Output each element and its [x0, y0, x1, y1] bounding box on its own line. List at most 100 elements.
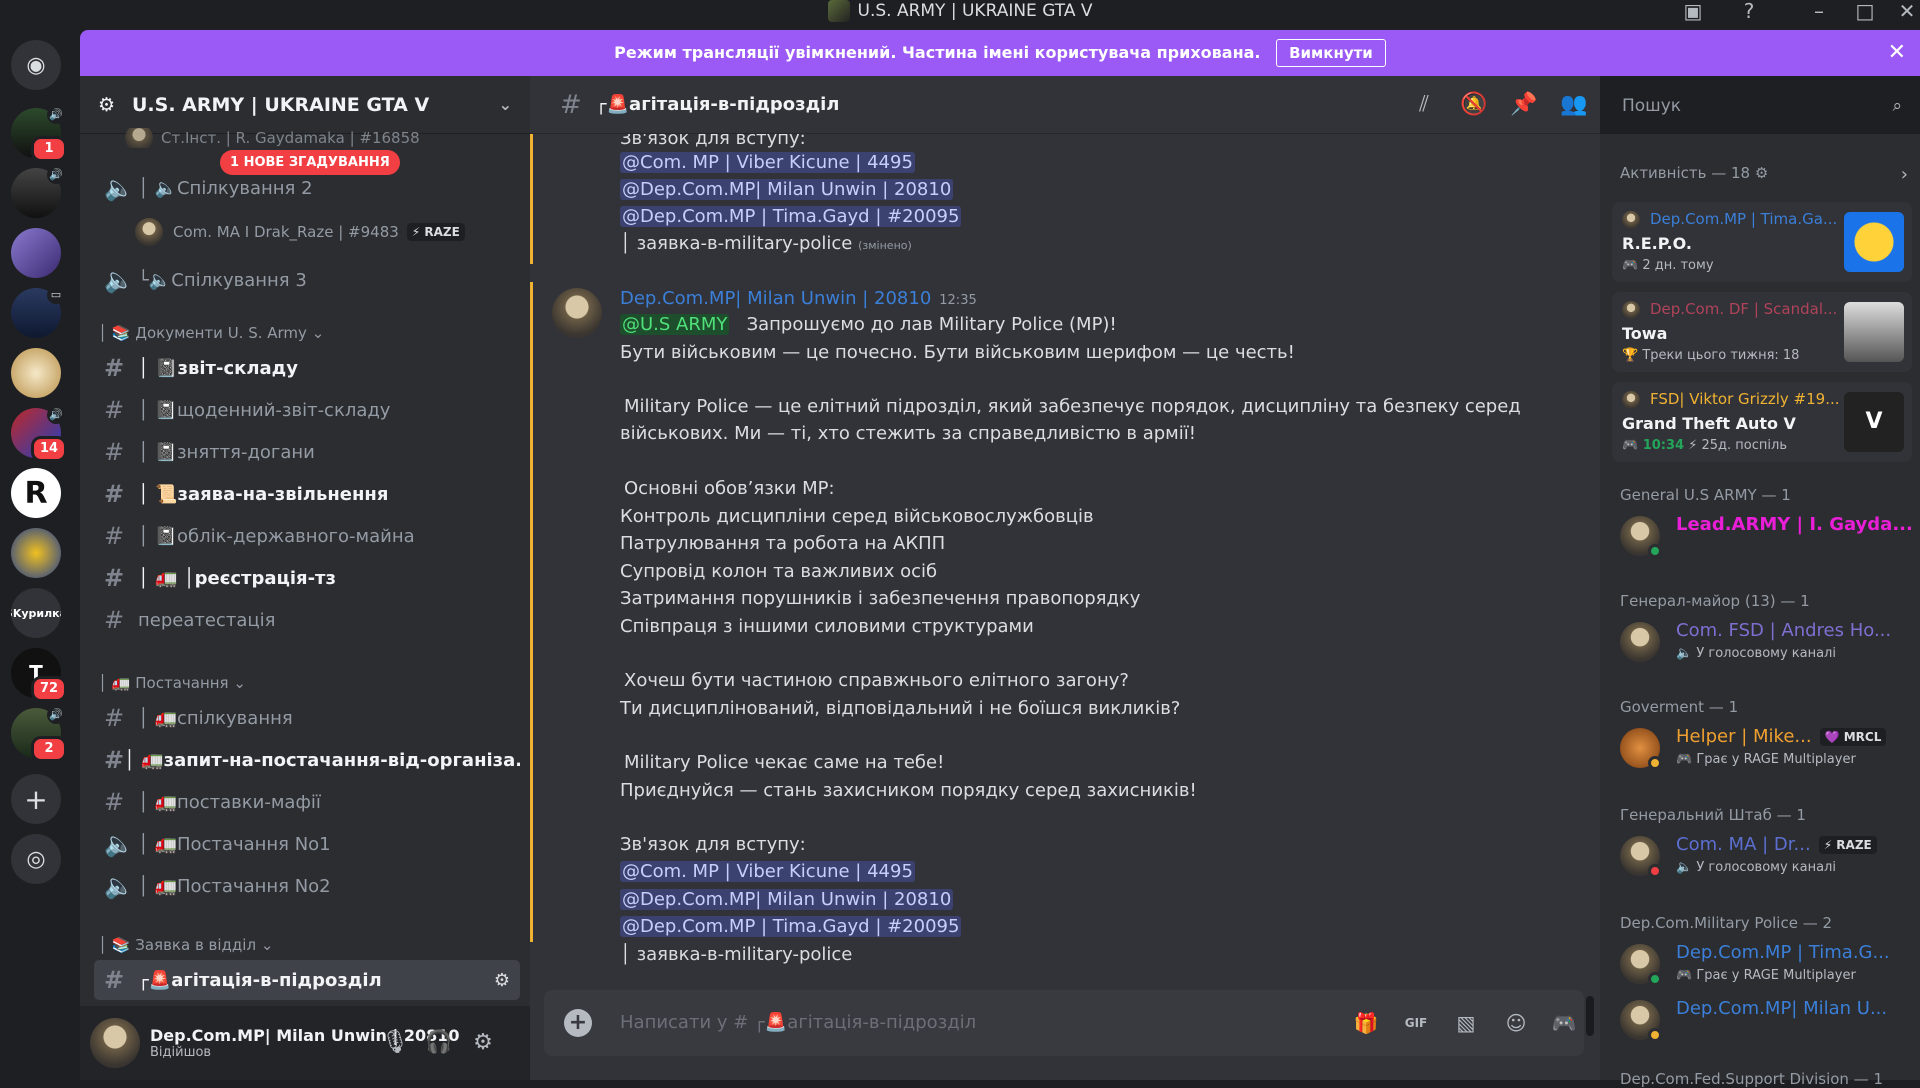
channel-oblik[interactable]: # │ 📓 облік-державного-майна [94, 516, 520, 556]
activity-card[interactable]: Dep.Com.MP | Tima.Ga... R.E.P.O. 🎮 2 дн.… [1612, 202, 1912, 282]
scrollbar[interactable] [1586, 996, 1594, 1036]
threads-icon[interactable]: ⫽ [1410, 92, 1438, 118]
avatar[interactable] [90, 1018, 140, 1068]
category-apply[interactable]: │ 📚 Заявка в відділ ⌄ [98, 936, 273, 954]
maximize-icon[interactable]: □ [1850, 0, 1880, 22]
channel-label: щоденний-звіт-складу [176, 399, 391, 421]
close-window-icon[interactable]: ✕ [1892, 0, 1920, 22]
role-group-header: Генерал-майор (13) — 1 [1620, 592, 1810, 610]
headphones-icon[interactable]: 🎧 [424, 1030, 454, 1058]
user-mention[interactable]: @Dep.Com.MP| Milan Unwin | 20810 [620, 179, 954, 200]
gift-icon[interactable]: 🎁 [1352, 1009, 1380, 1037]
banner-text: Режим трансляції увімкнений. Частина іме… [614, 43, 1261, 62]
voice-channel-supply-2[interactable]: 🔈 │ 🚛 Постачання No2 [94, 866, 520, 906]
channel-zayava[interactable]: # │ 📜 заява-на-звільнення [94, 474, 520, 514]
add-server-button[interactable]: + [11, 774, 61, 824]
voice-user[interactable]: Com. MA I Drak_Raze | #9483 ⚡ RAZE [135, 218, 465, 246]
activity-user: FSD| Viktor Grizzly #19... [1650, 390, 1840, 408]
settings-icon[interactable]: ⚙ [468, 1030, 498, 1058]
mute-icon[interactable]: 🔕 [1460, 92, 1488, 118]
user-mention[interactable]: @Dep.Com.MP| Milan Unwin | 20810 [620, 889, 954, 910]
message-composer[interactable]: + Написати у # ┌🚨агітація-в-підрозділ 🎁 … [544, 990, 1584, 1056]
channel-agitaciya[interactable]: # ┌🚨 агітація-в-підрозділ ⚙ [94, 960, 520, 1000]
member-activity-label: У голосовому каналі [1696, 860, 1836, 875]
user-mention[interactable]: @Com. MP | Viber Kicune | 4495 [620, 861, 915, 882]
user-name: Dep.Com.MP| Milan Unwin | 20810 [150, 1026, 460, 1045]
server-header[interactable]: ⚙ U.S. ARMY | UKRAINE GTA V ⌄ [80, 76, 530, 134]
channel-pereatestaciya[interactable]: # переатестація [94, 600, 520, 640]
user-mention[interactable]: @Com. MP | Viber Kicune | 4495 [620, 152, 915, 173]
server-icon[interactable]: 🔊 [11, 166, 65, 218]
server-icon[interactable] [11, 528, 61, 578]
member-item[interactable]: Com. MA | Dr... ⚡ RAZE 🔈 У голосовому кана… [1620, 832, 1910, 882]
activity-card[interactable]: FSD| Viktor Grizzly #19... Grand Theft A… [1612, 382, 1912, 462]
discover-button[interactable]: ◎ [11, 834, 61, 884]
inbox-icon[interactable]: ▣ [1678, 0, 1708, 22]
activity-card[interactable]: Dep.Com. DF | Scandal... Towa 🏆 Треки ць… [1612, 292, 1912, 372]
user-mention[interactable]: @Dep.Com.MP | Tima.Gayd | #20095 [620, 206, 962, 227]
voice-channel-supply-1[interactable]: 🔈 │ 🚛 Постачання No1 [94, 824, 520, 864]
disable-streamer-button[interactable]: Вимкнути [1276, 39, 1386, 67]
activity-icon[interactable]: 🎮 [1550, 1009, 1578, 1037]
hash-icon: # [104, 606, 125, 634]
voice-user[interactable]: Ст.Інст. | R. Gaydamaka | #16858 [125, 128, 420, 148]
microphone-icon[interactable]: 🎙 [380, 1030, 410, 1058]
minimize-icon[interactable]: – [1804, 0, 1834, 22]
sticker-icon[interactable]: ▧ [1452, 1009, 1480, 1037]
user-tag: 💜 MRCL [1819, 728, 1887, 746]
close-banner-icon[interactable]: ✕ [1888, 30, 1906, 76]
member-item[interactable]: Helper | Mike... 💜 MRCL 🎮 Грає у RAGE Mult… [1620, 724, 1910, 774]
member-item[interactable]: Dep.Com.MP | Tima.G... 🎮 Грає у RAGE Mult… [1620, 940, 1910, 990]
category-label: Документи U. S. Army [135, 324, 307, 342]
member-activity: 🔈 У голосовому каналі [1676, 860, 1836, 875]
channel-link[interactable]: │ заявка-в-military-police [620, 233, 852, 254]
add-attachment-icon[interactable]: + [564, 1009, 592, 1037]
channel-sidebar: ⚙ U.S. ARMY | UKRAINE GTA V ⌄ Ст.Інст. |… [80, 76, 530, 1006]
window-title: U.S. ARMY | UKRAINE GTA V [857, 1, 1093, 21]
channel-link[interactable]: │ заявка-в-military-police [620, 944, 852, 965]
channel-label: Спілкування 2 [176, 177, 313, 199]
hash-icon: # [104, 438, 125, 466]
speaker-icon: 🔊 [47, 166, 65, 184]
channel-reg-tz[interactable]: # │ 🚛 │ реєстрація-тз [94, 558, 520, 598]
server-icon[interactable]: 🔊 14 [11, 406, 67, 462]
member-item[interactable]: Lead.ARMY | I. Gayda... [1620, 512, 1913, 562]
search-input[interactable]: Пошук ⌕ [1610, 88, 1910, 124]
server-icon[interactable]: SKурилка [11, 588, 61, 638]
gif-icon[interactable]: GIF [1402, 1009, 1430, 1037]
role-mention[interactable]: @U.S ARMY [620, 314, 730, 335]
discord-home-button[interactable]: ◉ [11, 40, 61, 90]
category-label: Заявка в відділ [135, 936, 257, 954]
channel-daily-report[interactable]: # │ 📓 щоденний-звіт-складу [94, 390, 520, 430]
server-icon[interactable]: ▭ [11, 286, 65, 338]
member-list-icon[interactable]: 👥 [1560, 92, 1588, 118]
server-icon[interactable]: T 72 [11, 648, 67, 702]
user-mention[interactable]: @Dep.Com.MP | Tima.Gayd | #20095 [620, 916, 962, 937]
emoji-icon[interactable]: ☺ [1502, 1009, 1530, 1037]
member-item[interactable]: Com. FSD | Andres Ho... 🔈 У голосовому ка… [1620, 618, 1910, 668]
category-docs[interactable]: │ 📚 Документи U. S. Army ⌄ [98, 324, 324, 342]
category-supply[interactable]: │ 🚛 Постачання ⌄ [98, 674, 246, 692]
pin-icon[interactable]: 📌 [1510, 92, 1538, 118]
channel-mafia[interactable]: # │ 🚛 поставки-мафії [94, 782, 520, 822]
message-author[interactable]: Dep.Com.MP| Milan Unwin | 20810 [620, 288, 931, 309]
channel-dogana[interactable]: # │ 📓 зняття-догани [94, 432, 520, 472]
help-icon[interactable]: ? [1734, 0, 1764, 22]
channel-spilkuvannya[interactable]: # │ 🚛 спілкування [94, 698, 520, 738]
avatar[interactable] [552, 288, 602, 338]
speaker-icon: 🔊 [47, 106, 65, 124]
new-mention-pill[interactable]: 1 НОВЕ ЗГАДУВАННЯ [220, 150, 400, 175]
server-icon[interactable] [11, 348, 61, 398]
server-icon[interactable]: R [11, 468, 61, 518]
channel-zvit-skladu[interactable]: # │ 📓 звіт-складу [94, 348, 520, 388]
voice-channel-spilkuvannya-3[interactable]: 🔈 └🔈 Спілкування 3 [94, 260, 520, 300]
server-icon[interactable]: 🔊 2 [11, 706, 67, 762]
channel-settings-icon[interactable]: ⚙ [494, 970, 510, 991]
message-list: Зв'язок для вступу: @Com. MP | Viber Kic… [530, 134, 1600, 1054]
server-icon[interactable]: 🔊 1 [11, 106, 67, 162]
channel-zapyt[interactable]: # │ 🚛 запит-на-постачання-від-організа... [94, 740, 520, 780]
chevron-right-icon[interactable]: › [1901, 164, 1908, 185]
server-icon[interactable] [11, 228, 61, 278]
member-list: Активність — 18 ⚙ › Dep.Com.MP | Tima.Ga… [1600, 134, 1920, 1088]
member-item[interactable]: Dep.Com.MP| Milan U... [1620, 996, 1910, 1046]
